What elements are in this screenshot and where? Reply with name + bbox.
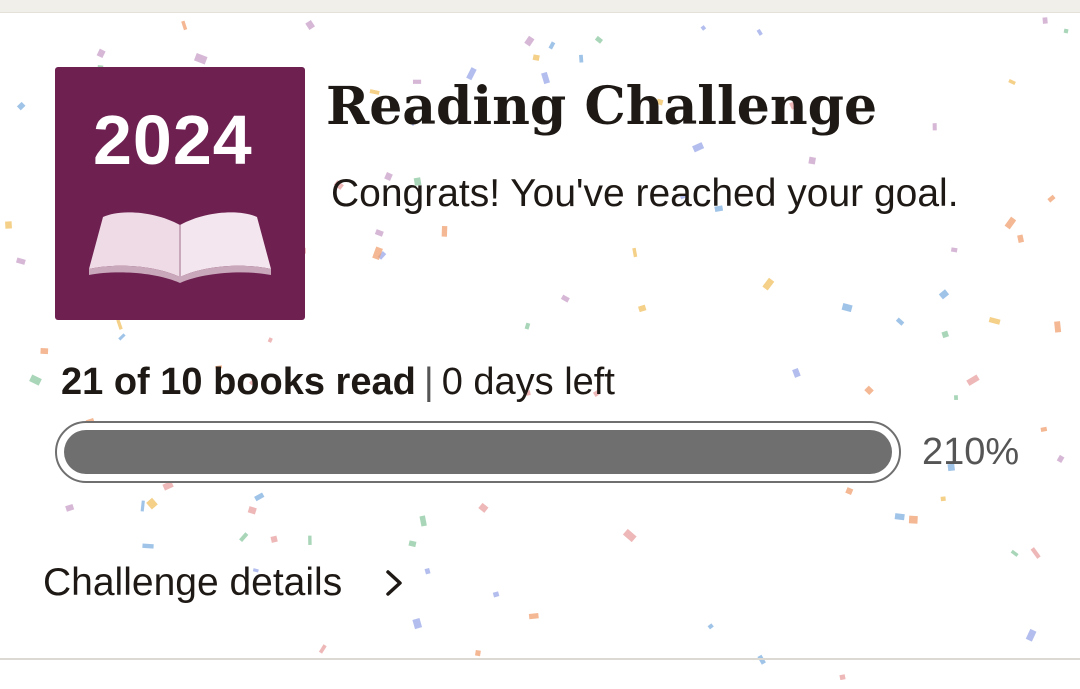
- confetti-piece: [118, 333, 126, 341]
- confetti-piece: [419, 515, 427, 527]
- open-book-icon: [89, 212, 271, 283]
- confetti-piece: [441, 225, 448, 237]
- confetti-piece: [1042, 17, 1048, 24]
- confetti-piece: [1017, 234, 1025, 243]
- confetti-piece: [374, 229, 384, 237]
- confetti-piece: [950, 247, 958, 253]
- confetti-piece: [762, 277, 775, 291]
- confetti-piece: [638, 304, 647, 313]
- progress-bar: [55, 421, 901, 483]
- confetti-piece: [239, 532, 249, 543]
- confetti-piece: [932, 123, 937, 131]
- confetti-piece: [1056, 454, 1065, 463]
- confetti-piece: [700, 25, 707, 31]
- confetti-piece: [692, 142, 705, 153]
- confetti-piece: [756, 28, 763, 36]
- chevron-right-icon: [386, 570, 402, 596]
- confetti-piece: [1004, 216, 1017, 230]
- confetti-piece: [594, 35, 604, 44]
- confetti-piece: [1047, 194, 1056, 203]
- confetti-piece: [1008, 78, 1016, 85]
- confetti-piece: [29, 374, 42, 386]
- confetti-piece: [839, 674, 846, 681]
- confetti-piece: [1063, 28, 1069, 34]
- confetti-piece: [941, 330, 949, 339]
- books-read-count: 21 of 10 books read: [61, 361, 416, 403]
- top-divider-strip: [0, 0, 1080, 13]
- progress-percent: 210%: [922, 431, 1020, 473]
- confetti-piece: [492, 591, 500, 598]
- confetti-piece: [1054, 321, 1062, 333]
- confetti-piece: [15, 257, 26, 265]
- confetti-piece: [267, 337, 273, 343]
- confetti-piece: [524, 35, 535, 47]
- confetti-piece: [474, 649, 481, 657]
- confetti-piece: [528, 612, 539, 620]
- progress-bar-fill: [64, 430, 892, 474]
- confetti-piece: [1030, 547, 1041, 559]
- confetti-piece: [96, 48, 106, 59]
- cover-year: 2024: [93, 101, 253, 179]
- confetti-piece: [524, 322, 531, 330]
- confetti-piece: [622, 528, 637, 543]
- confetti-piece: [532, 54, 540, 61]
- confetti-piece: [845, 487, 854, 496]
- confetti-piece: [146, 497, 158, 510]
- confetti-piece: [16, 101, 26, 111]
- confetti-piece: [40, 347, 49, 355]
- confetti-piece: [966, 374, 980, 386]
- confetti-piece: [841, 303, 853, 313]
- confetti-piece: [792, 368, 801, 378]
- confetti-piece: [65, 503, 75, 512]
- confetti-piece: [1010, 549, 1019, 557]
- confetti-piece: [181, 20, 188, 31]
- page-title: Reading Challenge: [326, 76, 878, 137]
- confetti-piece: [894, 513, 905, 521]
- confetti-piece: [142, 543, 154, 549]
- progress-separator: |: [423, 361, 434, 403]
- confetti-piece: [254, 492, 265, 502]
- confetti-piece: [247, 506, 257, 515]
- challenge-details-link[interactable]: Challenge details: [43, 558, 404, 608]
- confetti-piece: [478, 502, 489, 513]
- reading-challenge-card: 2024 Reading Challenge Congrats! You've …: [0, 0, 1080, 689]
- confetti-piece: [193, 53, 208, 65]
- congrats-message: Congrats! You've reached your goal.: [331, 172, 959, 215]
- confetti-piece: [632, 247, 638, 258]
- bottom-divider: [0, 658, 1080, 660]
- confetti-piece: [895, 317, 905, 326]
- confetti-piece: [305, 20, 315, 31]
- confetti-piece: [5, 221, 12, 229]
- confetti-piece: [938, 289, 950, 300]
- confetti-piece: [908, 515, 918, 524]
- confetti-piece: [864, 385, 874, 396]
- confetti-piece: [1025, 628, 1037, 642]
- confetti-piece: [940, 496, 946, 502]
- confetti-piece: [308, 535, 312, 545]
- challenge-details-label: Challenge details: [43, 561, 343, 604]
- progress-summary: 21 of 10 books read | 0 days left: [61, 358, 615, 406]
- confetti-piece: [707, 623, 714, 630]
- confetti-piece: [808, 156, 816, 165]
- challenge-cover-image[interactable]: 2024: [55, 67, 305, 320]
- confetti-piece: [140, 500, 145, 512]
- confetti-piece: [318, 644, 327, 654]
- confetti-piece: [372, 246, 383, 261]
- days-left: 0 days left: [441, 361, 615, 403]
- confetti-piece: [548, 41, 556, 50]
- confetti-piece: [270, 535, 278, 543]
- confetti-piece: [953, 395, 959, 401]
- confetti-piece: [116, 319, 123, 330]
- confetti-piece: [424, 567, 431, 575]
- confetti-piece: [1040, 426, 1048, 432]
- confetti-piece: [408, 540, 417, 548]
- confetti-piece: [988, 316, 1001, 325]
- confetti-piece: [560, 294, 570, 303]
- confetti-piece: [377, 251, 387, 260]
- confetti-piece: [579, 54, 584, 63]
- confetti-piece: [412, 617, 423, 630]
